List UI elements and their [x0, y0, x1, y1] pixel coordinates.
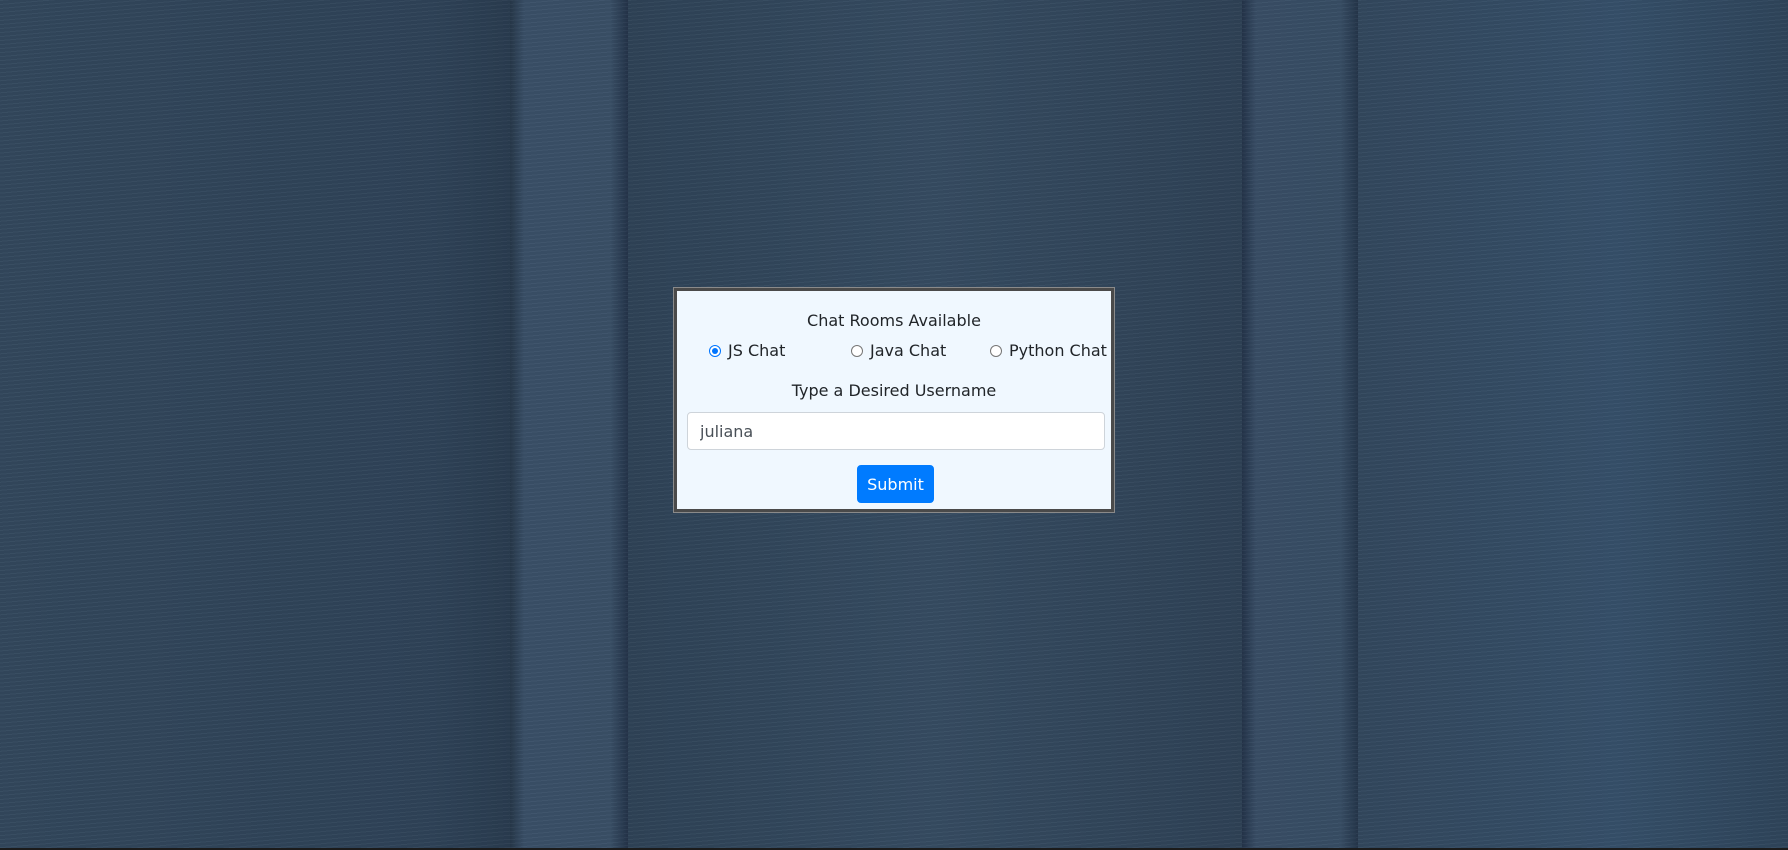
- room-label-java-chat: Java Chat: [870, 341, 947, 360]
- radio-java-chat[interactable]: [851, 345, 863, 357]
- room-option-python-chat[interactable]: Python Chat: [990, 341, 1107, 361]
- chat-rooms-heading: Chat Rooms Available: [807, 311, 981, 330]
- wood-board: [1358, 0, 1788, 848]
- username-label: Type a Desired Username: [791, 381, 997, 400]
- username-input[interactable]: [687, 412, 1105, 450]
- room-label-js-chat: JS Chat: [728, 341, 786, 360]
- chat-login-panel: Chat Rooms Available JS Chat Java Chat P…: [674, 288, 1114, 512]
- chat-room-options: JS Chat Java Chat Python Chat: [677, 341, 1111, 363]
- room-option-java-chat[interactable]: Java Chat: [851, 341, 946, 361]
- wood-board: [0, 0, 510, 848]
- submit-button[interactable]: Submit: [857, 465, 934, 503]
- wood-board: [510, 0, 628, 848]
- room-label-python-chat: Python Chat: [1009, 341, 1107, 360]
- radio-python-chat[interactable]: [990, 345, 1002, 357]
- room-option-js-chat[interactable]: JS Chat: [709, 341, 785, 361]
- wood-board: [1242, 0, 1358, 848]
- radio-js-chat[interactable]: [709, 345, 721, 357]
